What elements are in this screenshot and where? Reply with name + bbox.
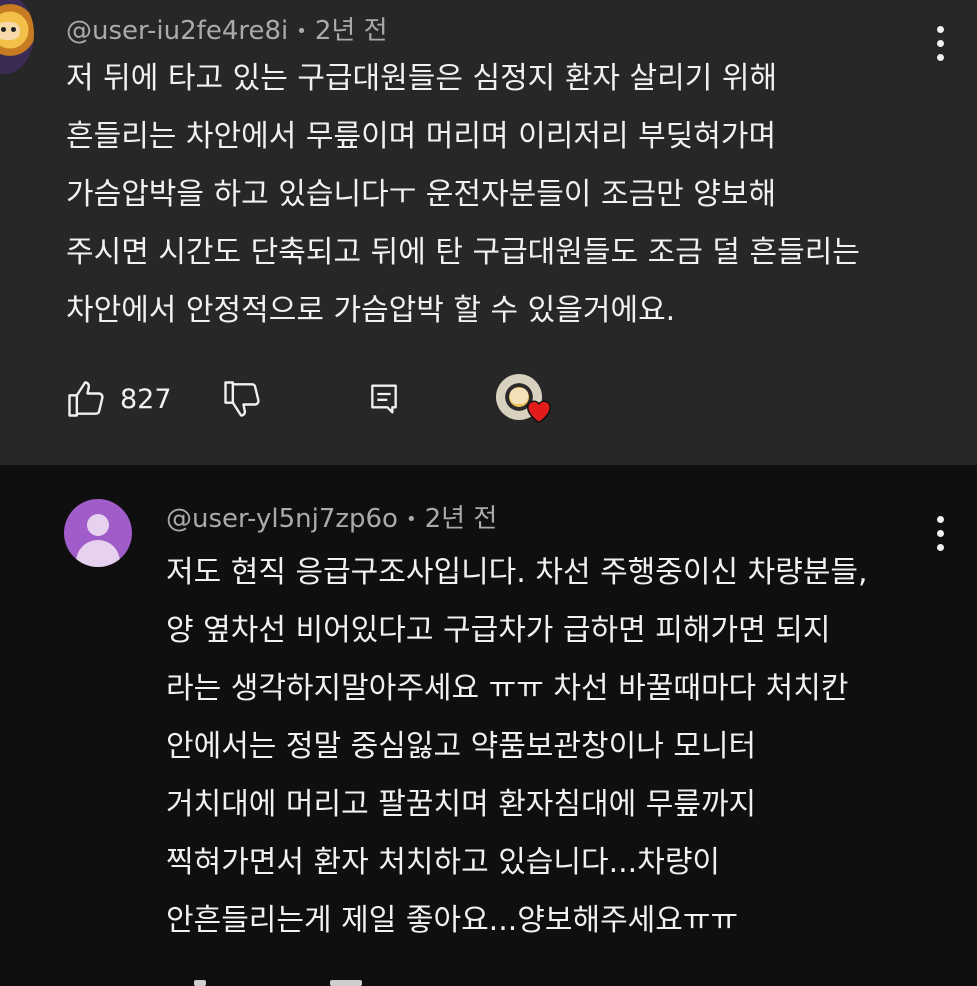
reply-author-avatar[interactable] — [64, 499, 132, 567]
reply-more-button[interactable] — [929, 512, 953, 556]
reply-like-button-peek[interactable] — [194, 980, 206, 986]
commenter-avatar[interactable] — [0, 0, 34, 74]
thumbs-up-icon — [68, 381, 104, 417]
reply-meta: @user-yl5nj7zp6o • 2년 전 — [166, 498, 497, 535]
reply-line: 찍혀가면서 환자 처치하고 있습니다...차량이 — [166, 845, 721, 880]
reply-line: 라는 생각하지말아주세요 ㅠㅠ 차선 바꿀때마다 처치칸 — [166, 671, 849, 706]
reply-author-handle[interactable]: @user-yl5nj7zp6o — [166, 504, 398, 534]
reply-line: 거치대에 머리고 팔꿈치며 환자침대에 무릎까지 — [166, 787, 757, 822]
reply-line: 안에서는 정말 중심잃고 약품보관창이나 모니터 — [166, 729, 757, 764]
comment-thread: @user-iu2fe4re8i • 2년 전 저 뒤에 타고 있는 구급대원들은 … — [0, 0, 977, 986]
comment-author-handle[interactable]: @user-iu2fe4re8i — [66, 16, 288, 46]
comment-more-button[interactable] — [929, 22, 953, 66]
more-vert-icon — [937, 26, 944, 33]
reply-timestamp[interactable]: 2년 전 — [425, 504, 498, 534]
dislike-button[interactable] — [220, 372, 264, 426]
comment-line: 가슴압박을 하고 있습니다ㅜ 운전자분들이 조금만 양보해 — [66, 177, 777, 212]
more-vert-icon — [937, 516, 944, 523]
comment-action-bar: 827 — [64, 372, 624, 426]
reply-icon — [371, 384, 397, 414]
highlighted-comment: @user-iu2fe4re8i • 2년 전 저 뒤에 타고 있는 구급대원들은 … — [0, 0, 977, 465]
meta-separator: • — [296, 21, 307, 42]
reply-line: 양 옆차선 비어있다고 구급차가 급하면 피해가면 되지 — [166, 613, 831, 648]
comment-timestamp[interactable]: 2년 전 — [315, 16, 388, 46]
comment-line: 차안에서 안정적으로 가슴압박 할 수 있을거에요. — [66, 293, 676, 328]
heart-icon — [526, 400, 552, 424]
creator-heart-badge[interactable] — [496, 374, 552, 424]
reply-dislike-button-peek[interactable] — [330, 980, 362, 986]
reply-line: 저도 현직 응급구조사입니다. 차선 주행중이신 차량분들, — [166, 555, 868, 590]
comment-body: 저 뒤에 타고 있는 구급대원들은 심정지 환자 살리기 위해 흔들리는 차안에… — [66, 50, 860, 340]
like-button[interactable]: 827 — [64, 372, 172, 426]
comment-line: 주시면 시간도 단축되고 뒤에 탄 구급대원들도 조금 덜 흔들리는 — [66, 235, 860, 270]
like-count: 827 — [120, 383, 172, 415]
thumbs-down-icon — [224, 381, 260, 417]
meta-separator: • — [405, 509, 417, 530]
comment-line: 흔들리는 차안에서 무릎이며 머리며 이리저리 부딪혀가며 — [66, 119, 777, 154]
reply-line: 안흔들리는게 제일 좋아요...양보해주세요ㅠㅠ — [166, 903, 739, 938]
reply-button[interactable] — [364, 372, 404, 426]
comment-meta: @user-iu2fe4re8i • 2년 전 — [66, 10, 388, 47]
comment-line: 저 뒤에 타고 있는 구급대원들은 심정지 환자 살리기 위해 — [66, 61, 778, 96]
reply-body: 저도 현직 응급구조사입니다. 차선 주행중이신 차량분들, 양 옆차선 비어있… — [166, 544, 868, 950]
